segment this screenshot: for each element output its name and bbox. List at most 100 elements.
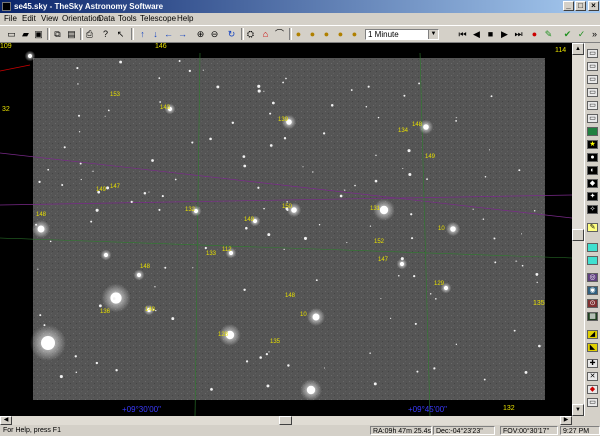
tool-icon-24[interactable]: ✕	[587, 372, 598, 381]
step-icon-1[interactable]: ●	[293, 28, 304, 40]
tool-icon-23[interactable]: ✚	[587, 359, 598, 368]
star[interactable]	[443, 285, 449, 291]
scroll-left-icon[interactable]: ◀	[0, 416, 12, 425]
menu-file[interactable]: File	[4, 13, 17, 25]
tool-icon-6[interactable]: ▭	[587, 114, 598, 123]
menu-help[interactable]: Help	[177, 13, 193, 25]
star[interactable]	[399, 261, 405, 267]
tool-icon-16[interactable]	[587, 256, 598, 265]
menu-telescope[interactable]: Telescope	[140, 13, 176, 25]
tool-icon-4[interactable]: ▭	[587, 88, 598, 97]
tool-icon-13[interactable]: ✧	[587, 205, 598, 214]
menu-view[interactable]: View	[41, 13, 58, 25]
star[interactable]	[27, 53, 33, 59]
arrow-down-icon[interactable]: ↓	[150, 28, 161, 40]
context-help-icon[interactable]: ↖	[115, 28, 126, 40]
tool-icon-11[interactable]: ◆	[587, 179, 598, 188]
step-icon-3[interactable]: ●	[321, 28, 332, 40]
cross-check-icon[interactable]: ✓	[576, 28, 587, 40]
star-label: 150	[282, 204, 293, 210]
minimize-button[interactable]: _	[563, 1, 574, 11]
tool-icon-2[interactable]: ▭	[587, 62, 598, 71]
step-back-icon[interactable]: ◀	[471, 28, 482, 40]
tool-icon-10[interactable]: ◐	[587, 166, 598, 175]
scroll-right-icon[interactable]: ▶	[560, 416, 572, 425]
star[interactable]	[423, 124, 429, 130]
tool-icon-18[interactable]: ◉	[587, 286, 598, 295]
scroll-down-icon[interactable]: ▼	[572, 404, 584, 416]
menu-orientation[interactable]: Orientation	[62, 13, 101, 25]
tool-icon-5[interactable]: ▭	[587, 101, 598, 110]
faint-star	[323, 367, 326, 369]
sky-chart-canvas[interactable]: 153143139134148149149 1471321481501491311…	[0, 43, 572, 416]
record-icon[interactable]: ●	[529, 28, 540, 40]
new-file-icon[interactable]: ▭	[6, 28, 17, 40]
stop-icon[interactable]: ■	[485, 28, 496, 40]
arrow-right-icon[interactable]: →	[177, 28, 188, 40]
star[interactable]	[450, 226, 456, 232]
tool-icon-20[interactable]: ▦	[587, 312, 598, 321]
sky-chart[interactable]: 153 143 139 134 148 149 149 147 132 148 150 149 131 1…	[0, 43, 572, 416]
star[interactable]	[379, 205, 389, 215]
zoom-in-icon[interactable]: ⊕	[195, 28, 206, 40]
rewind-icon[interactable]: ⏮	[457, 28, 468, 40]
tool-icon-22[interactable]: ◣	[587, 343, 598, 352]
tool-icon-26[interactable]: ▭	[587, 398, 598, 407]
arrow-up-icon[interactable]: ↑	[137, 28, 148, 40]
fast-forward-icon[interactable]: ⏭	[513, 28, 524, 40]
star[interactable]	[41, 336, 55, 350]
vertical-scrollbar[interactable]: ▲ ▼	[572, 43, 584, 416]
faint-star	[79, 162, 82, 165]
save-icon[interactable]: ▣	[33, 28, 44, 40]
print-icon[interactable]: ⎙	[84, 28, 95, 40]
tool-icon-21[interactable]: ◢	[587, 330, 598, 339]
open-folder-icon[interactable]: ▰	[20, 28, 31, 40]
pen-icon[interactable]: ✎	[543, 28, 554, 40]
arrow-left-icon[interactable]: ←	[163, 28, 174, 40]
horizontal-scrollbar[interactable]: ◀ ▶	[0, 416, 572, 425]
star[interactable]	[37, 225, 45, 233]
paste-icon[interactable]: ▤	[66, 28, 77, 40]
star[interactable]	[306, 385, 316, 395]
star[interactable]	[103, 252, 109, 258]
zoom-out-icon[interactable]: ⊖	[209, 28, 220, 40]
star-label: 133	[206, 251, 217, 257]
chevron-down-icon[interactable]: ▼	[428, 30, 438, 39]
observatory-icon[interactable]: ⌂	[260, 28, 271, 40]
scroll-thumb[interactable]	[572, 229, 584, 241]
tool-icon-15[interactable]	[587, 243, 598, 252]
play-icon[interactable]: ▶	[499, 28, 510, 40]
tool-icon-9[interactable]: ●	[587, 153, 598, 162]
hscroll-thumb[interactable]	[279, 416, 292, 425]
tool-icon-19[interactable]: ⊙	[587, 299, 598, 308]
tool-icon-17[interactable]: ◎	[587, 273, 598, 282]
horizon-icon[interactable]: ⌒	[274, 28, 285, 40]
copy-icon[interactable]: ⧉	[52, 28, 63, 40]
more-icon[interactable]: »	[589, 28, 600, 40]
close-button[interactable]: ×	[588, 1, 599, 11]
step-icon-2[interactable]: ●	[307, 28, 318, 40]
checkmark-icon[interactable]: ✔	[562, 28, 573, 40]
tool-icon-14[interactable]: ✎	[587, 223, 598, 232]
rotate-icon[interactable]: ↻	[226, 28, 237, 40]
step-icon-4[interactable]: ●	[335, 28, 346, 40]
tool-icon-12[interactable]: ✦	[587, 192, 598, 201]
menu-edit[interactable]: Edit	[22, 13, 36, 25]
time-step-select[interactable]: 1 Minute ▼	[365, 29, 439, 40]
maximize-button[interactable]: □	[575, 1, 586, 11]
star-icon[interactable]: ★	[587, 140, 598, 149]
scroll-up-icon[interactable]: ▲	[572, 43, 584, 55]
tool-icon-25[interactable]: ◆	[587, 385, 598, 394]
tool-icon-1[interactable]: ▭	[587, 49, 598, 58]
star[interactable]	[291, 207, 297, 213]
tool-icon-7[interactable]	[587, 127, 598, 136]
star[interactable]	[136, 272, 142, 278]
help-icon[interactable]: ?	[100, 28, 111, 40]
star[interactable]	[110, 292, 122, 304]
tool-icon-3[interactable]: ▭	[587, 75, 598, 84]
step-icon-5[interactable]: ●	[349, 28, 360, 40]
menu-data[interactable]: Data	[98, 13, 115, 25]
star[interactable]	[312, 313, 320, 321]
menu-tools[interactable]: Tools	[118, 13, 137, 25]
telescope-icon[interactable]: ⛭	[245, 28, 256, 40]
